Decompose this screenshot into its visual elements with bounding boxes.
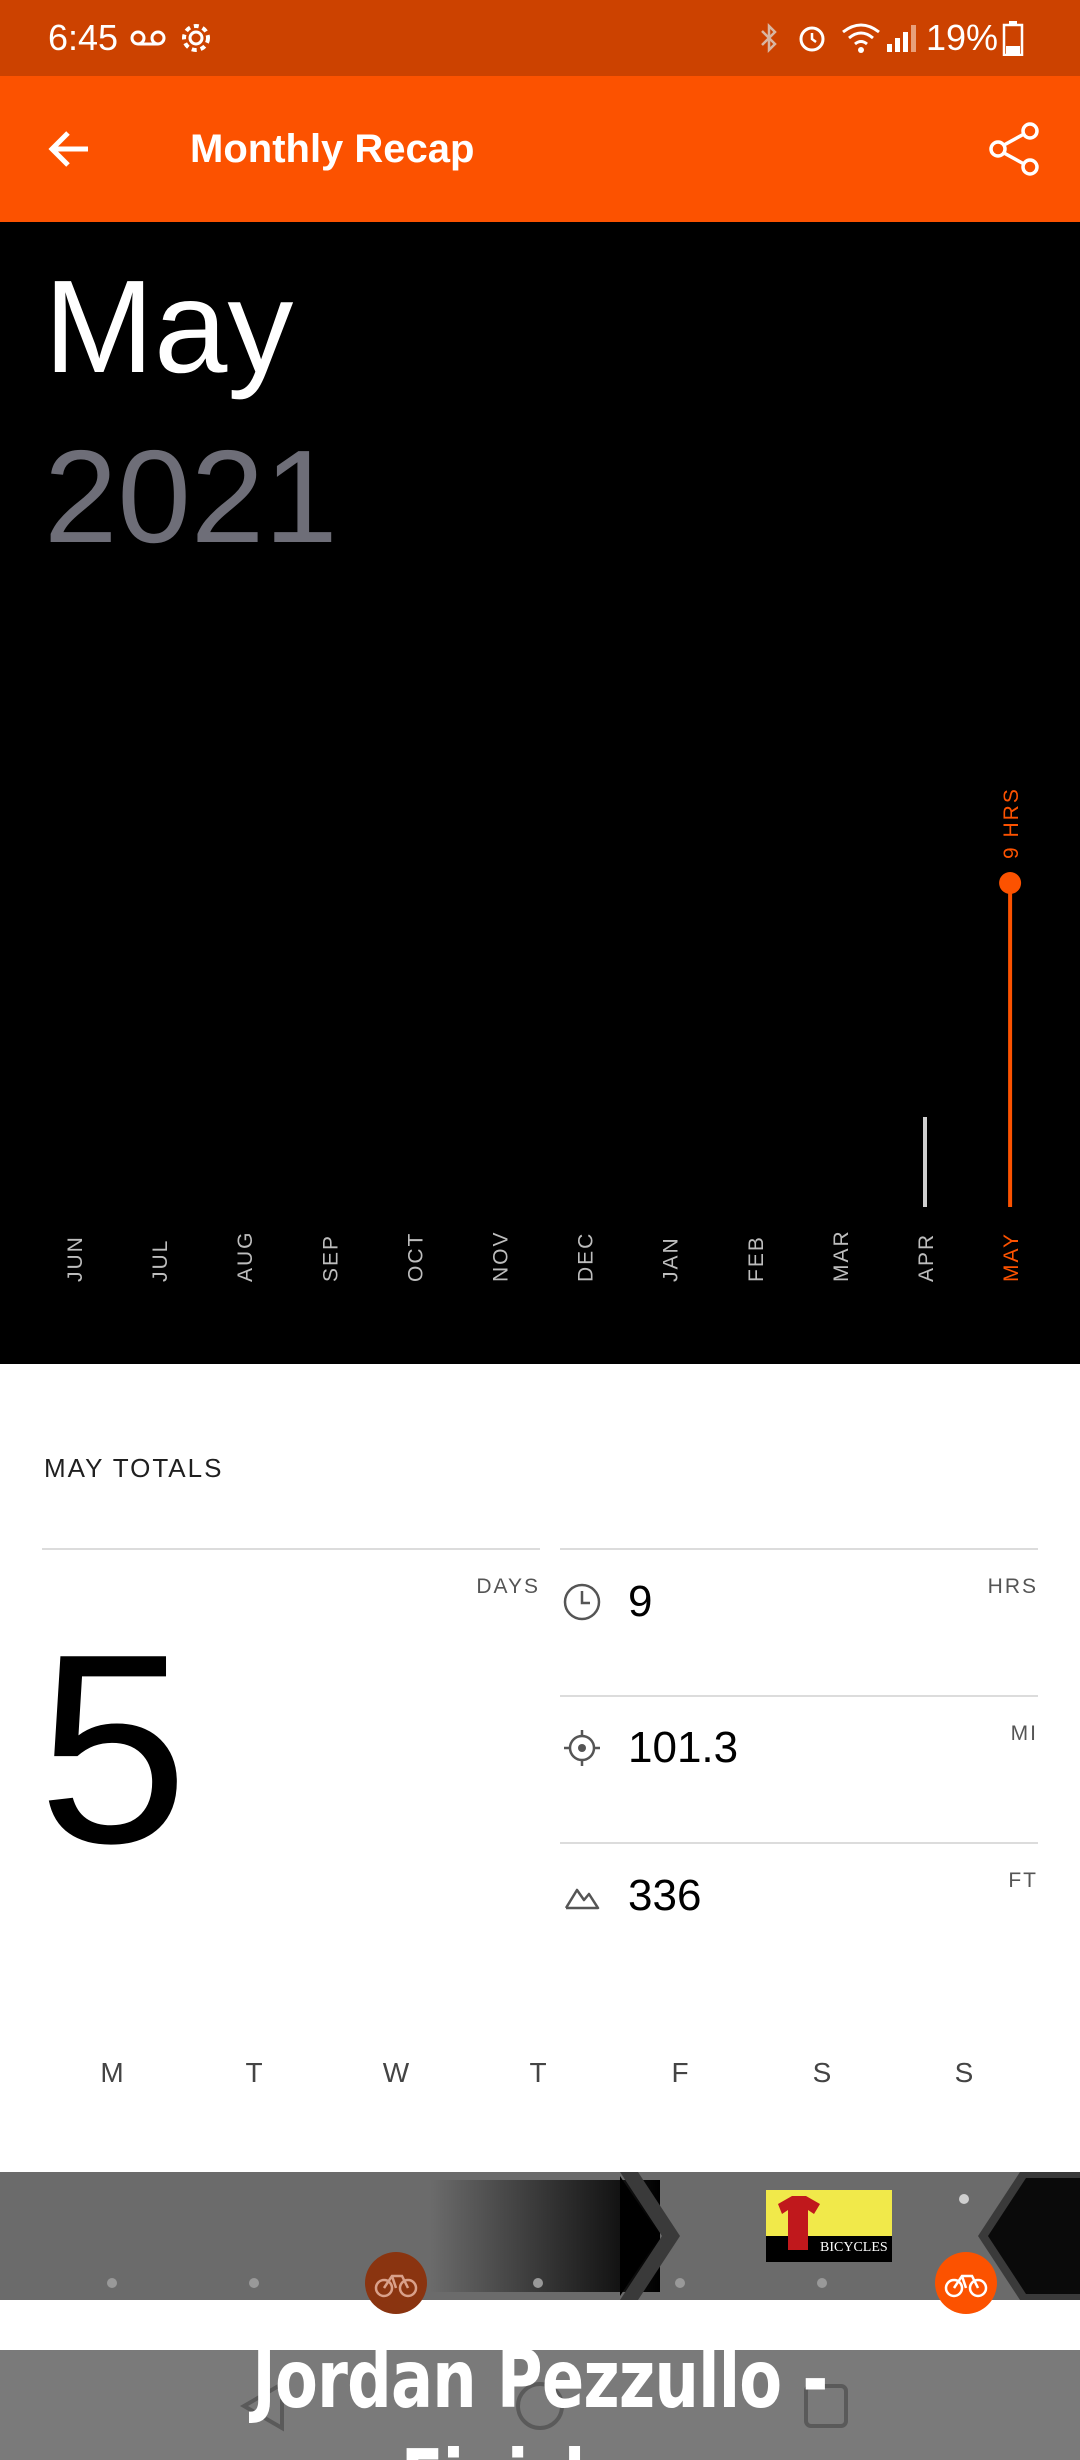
chart-tick-jan: JAN [660,1236,683,1282]
battery-percent: 19% [926,17,999,58]
status-time: 6:45 [48,17,119,58]
time-value: 9 [628,1577,653,1626]
chevron-right-icon [620,2172,680,2300]
mountain-icon [560,1874,604,1918]
week-dot-tue [249,2278,259,2288]
week-dot-mon [107,2278,117,2288]
week-day-mon: M [100,2057,124,2088]
chart-tick-dec: DEC [575,1232,598,1282]
week-day-thu: T [529,2057,547,2088]
chart-tick-feb: FEB [745,1235,768,1282]
activity-badge-wed[interactable] [365,2252,427,2314]
divider [560,1695,1038,1697]
activity-badge-sun[interactable] [935,2252,997,2314]
chart-tick-jul: JUL [149,1239,172,1282]
days-value: 5 [38,1599,189,1900]
week-dot-fri [675,2278,685,2288]
divider [560,1842,1038,1844]
share-icon [989,122,1039,176]
share-button[interactable] [978,113,1050,185]
clock-icon [560,1580,604,1624]
week-dot-thu [533,2278,543,2288]
time-unit-label: HRS [987,1575,1038,1598]
wifi-icon [840,18,882,58]
week-dot-sat [817,2278,827,2288]
week-day-wed: W [382,2057,410,2088]
week-dot-extra [959,2194,969,2204]
chart-tick-may: MAY [1000,1232,1023,1282]
chart-tick-aug: AUG [234,1230,257,1282]
settings-icon [176,18,216,58]
week-day-sat: S [812,2057,832,2088]
alarm-icon [792,18,832,58]
bluetooth-icon [754,18,784,58]
week-day-fri: F [671,2057,689,2088]
divider [42,1548,540,1550]
voicemail-icon [128,18,168,58]
status-bar: 6:45 19% [0,0,1080,76]
battery-icon [998,18,1028,58]
chart-tick-nov: NOV [490,1230,513,1282]
chart-tick-jun: JUN [64,1235,87,1282]
signal-icon [884,18,920,58]
ad-thumbnail[interactable]: BICYCLES [766,2190,892,2262]
chart-data-label: 9 HRS [1000,787,1023,859]
divider [560,1548,1038,1550]
week-day-tue: T [245,2057,263,2088]
chart-tick-sep: SEP [319,1234,342,1282]
monthly-hours-chart: JUN JUL AUG SEP OCT NOV DEC JAN FEB MAR APR 9 HRS MA… [64,787,1023,1282]
back-button[interactable] [34,113,106,185]
chart-point-may [999,872,1022,894]
elevation-value: 336 [628,1871,702,1920]
elevation-unit-label: FT [1008,1869,1038,1892]
target-icon [560,1726,604,1770]
arrow-left-icon [48,131,88,167]
monthly-chart-panel: May 2021 JUN JUL AUG SEP OCT NOV DEC JAN FEB MAR A… [0,222,1080,1364]
page-title: Monthly Recap [190,127,475,171]
app-bar: Monthly Recap [0,76,1080,222]
totals-heading: MAY TOTALS [44,1453,224,1483]
week-day-sun: S [954,2057,974,2088]
bike-icon [374,2274,418,2298]
chart-tick-mar: MAR [830,1229,853,1282]
bike-icon [944,2274,988,2298]
ad-thumb-text: BICYCLES [820,2240,888,2255]
distance-value: 101.3 [628,1723,739,1772]
overlay-caption: Jordan Pezzullo - Finisher [252,2333,829,2460]
days-unit-label: DAYS [476,1575,540,1598]
chart-tick-apr: APR [915,1233,938,1282]
chart-tick-oct: OCT [404,1232,427,1282]
distance-unit-label: MI [1010,1722,1038,1745]
